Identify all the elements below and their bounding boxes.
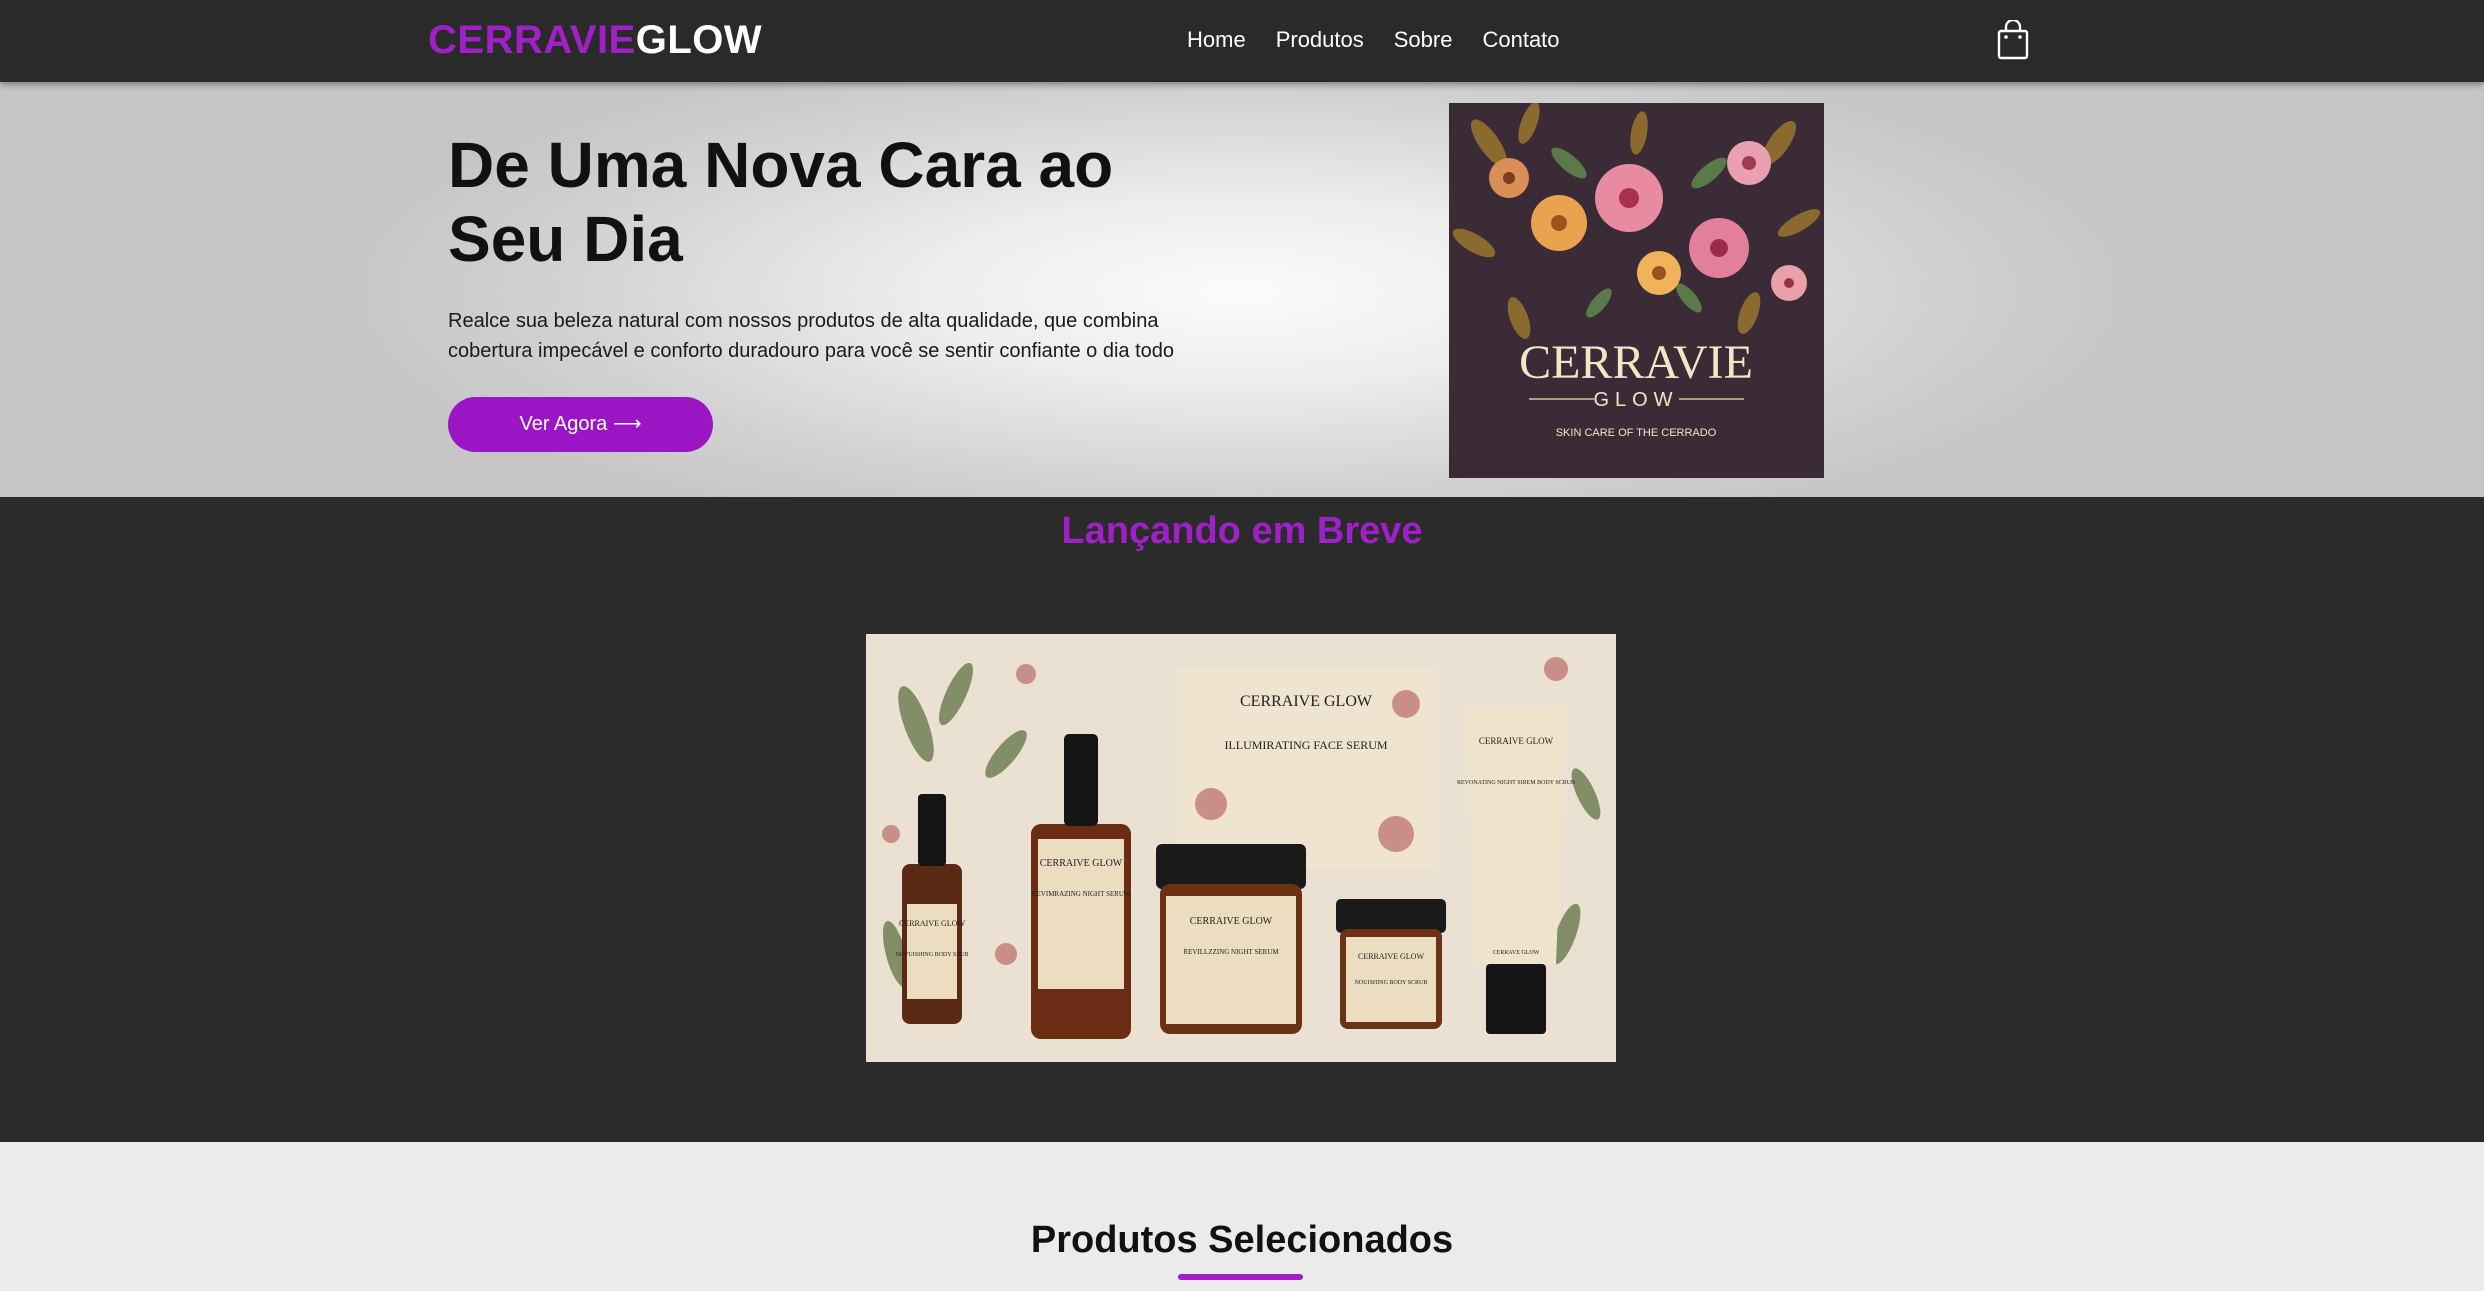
hero-description: Realce sua beleza natural com nossos pro…	[448, 310, 1174, 362]
nav-link-produtos[interactable]: Produtos	[1276, 26, 1364, 54]
label-cerraive-jar: CERRAIVE GLOW	[1190, 916, 1273, 927]
label-revonating: REVONATING NIGHT SIREM BODY SCRUB	[1457, 780, 1575, 786]
nav-link-sobre[interactable]: Sobre	[1394, 26, 1453, 54]
label-novuishing: NOVUISHING BODY SRUB	[895, 952, 968, 958]
nav-links: Home Produtos Sobre Contato	[1187, 26, 1560, 54]
label-revillzzing: REVILLZZING NIGHT SERUM	[1183, 948, 1279, 956]
nav-link-home[interactable]: Home	[1187, 26, 1246, 54]
logo[interactable]: CERRAVIEGLOW	[428, 16, 762, 64]
selected-products-title: Produtos Selecionados	[1030, 1219, 1454, 1261]
label-illumirating: ILLUMIRATING FACE SERUM	[1224, 738, 1387, 752]
label-cerrave-glow: CERRAVE GLOW	[1493, 950, 1540, 956]
launch-section: Lançando em Breve CERRAIVE GLOW NOVUISHI…	[0, 497, 2484, 1142]
brand-image: CERRAVIE GLOW SKIN CARE OF THE CERRADO	[1449, 103, 1824, 478]
ver-agora-button[interactable]: Ver Agora ⟶	[448, 397, 713, 452]
label-cerraive-2: CERRAIVE GLOW	[1040, 858, 1123, 869]
label-cerraive-1: CERRAIVE GLOW	[899, 919, 965, 928]
label-cerraive-smalljar: CERRAIVE GLOW	[1358, 952, 1424, 961]
selected-products-section: Produtos Selecionados	[0, 1142, 2484, 1291]
label-cerraive-tube: CERRAIVE GLOW	[1479, 736, 1554, 746]
brand-sub: GLOW	[1593, 389, 1678, 411]
hero-title: De Uma Nova Cara ao Seu Dia	[448, 129, 1114, 275]
products-image: CERRAIVE GLOW NOVUISHING BODY SRUB CERRA…	[866, 634, 1616, 1062]
label-revimrazing: REVIMRAZING NIGHT SERUM	[1032, 890, 1131, 898]
label-nouishing: NOUISHING BODY SCRUB	[1355, 980, 1428, 986]
brand-name: CERRAVIE	[1519, 336, 1753, 389]
nav-link-contato[interactable]: Contato	[1482, 26, 1559, 54]
title-underline	[1178, 1274, 1303, 1280]
shopping-bag-icon[interactable]	[1997, 18, 2029, 60]
hero-section: De Uma Nova Cara ao Seu Dia Realce sua b…	[0, 82, 2484, 497]
logo-part1: CERRAVIE	[428, 18, 636, 62]
brand-tagline: SKIN CARE OF THE CERRADO	[1556, 427, 1717, 439]
logo-part2: GLOW	[635, 18, 763, 62]
launch-title: Lançando em Breve	[1061, 510, 1423, 552]
navbar: CERRAVIEGLOW Home Produtos Sobre Contato	[0, 0, 2484, 82]
label-cerraive-box: CERRAIVE GLOW	[1240, 693, 1373, 710]
